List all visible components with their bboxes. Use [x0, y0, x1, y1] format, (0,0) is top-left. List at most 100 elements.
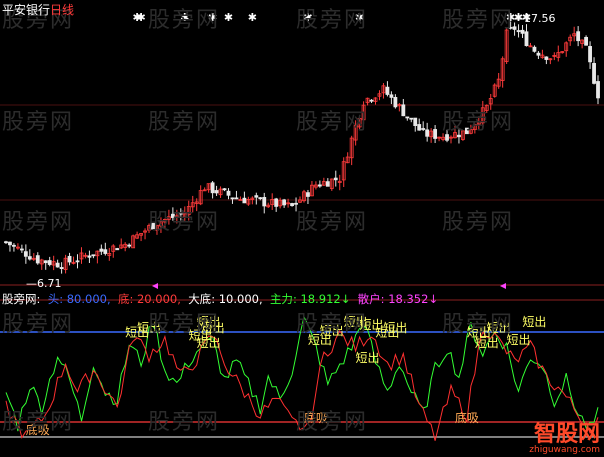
candle [321, 177, 326, 186]
candle-body [576, 31, 581, 42]
low-price-label: 6.71 [37, 277, 62, 290]
candle-body [23, 251, 28, 257]
candle [325, 178, 330, 187]
candle-body [230, 197, 235, 200]
candle [127, 243, 132, 249]
candle-body [55, 262, 60, 268]
high-price-annotation: —17.56 [513, 12, 556, 25]
candle-body [127, 244, 132, 247]
candle [576, 26, 581, 47]
candle-body [234, 197, 239, 200]
param-bottom: 底: 20.000, [117, 292, 185, 306]
candle [584, 35, 589, 46]
short-exit-signal: 短出 [522, 315, 546, 329]
candle [147, 223, 151, 233]
candle [79, 247, 84, 264]
candle [131, 234, 136, 249]
indicator-header: 股旁网: 头: 80.000, 底: 20.000, 大底: 10.000, 主… [2, 292, 439, 306]
candle-body [369, 99, 374, 102]
low-price-annotation: —6.71 [26, 277, 62, 290]
short-exit-signal: 短出 [507, 333, 531, 347]
candle [564, 41, 569, 57]
chart-header: 平安银行日线 [2, 1, 74, 18]
bottom-buy-signal: 底吸 [455, 410, 479, 425]
candle [119, 238, 124, 250]
candle [270, 193, 275, 210]
candle [67, 252, 72, 266]
candle [218, 186, 223, 198]
candle-body [151, 223, 155, 230]
candle [409, 117, 414, 123]
candle [369, 99, 374, 104]
candle [453, 126, 457, 139]
candle-body [445, 134, 449, 141]
candle [413, 117, 418, 132]
candle [333, 170, 338, 187]
short-exit-signal: 短出 [356, 351, 380, 365]
candle [222, 188, 227, 192]
candle [190, 195, 195, 213]
candle-body [210, 182, 215, 194]
signal-label-layer: 短出短出短出短出短出短出 短出短出短出短出短出短出短出 短出短出短出短出短出底吸底吸… [26, 315, 547, 437]
short-exit-signal: 短出 [320, 324, 344, 338]
candle [51, 255, 56, 271]
candle-body [457, 134, 461, 138]
candle-body [401, 104, 406, 117]
candle [329, 178, 334, 191]
candle [298, 196, 302, 203]
star-signal: ✱ [355, 11, 364, 24]
star-signal: ✱ [303, 11, 312, 24]
candle [163, 218, 167, 229]
candle-body [222, 188, 227, 191]
candle [552, 52, 557, 61]
candle [35, 252, 40, 265]
candle-body [584, 36, 589, 46]
star-signal: ✱ [136, 11, 145, 24]
candle [39, 258, 44, 270]
candle [166, 209, 171, 225]
candle [500, 56, 505, 88]
candle-body [75, 260, 80, 263]
candle [155, 224, 159, 235]
candle [87, 250, 92, 263]
candle-body [508, 26, 513, 29]
candle [107, 247, 112, 261]
star-signal: ✱ [180, 11, 189, 24]
short-exit-signal: 短出 [383, 321, 407, 335]
candle [365, 97, 370, 106]
candle [282, 198, 287, 208]
candle [103, 242, 108, 256]
candle [198, 185, 203, 206]
candle [55, 259, 60, 268]
candle [143, 228, 147, 240]
candle-body [544, 56, 549, 60]
candle [75, 254, 80, 269]
candle [516, 24, 521, 38]
candle [353, 120, 358, 146]
candle-body [325, 181, 330, 187]
candle-body [258, 197, 263, 200]
candle [95, 250, 100, 264]
star-signal: ✱ [208, 11, 217, 24]
candle-body [290, 203, 294, 207]
short-exit-signal: 短出 [475, 336, 499, 350]
brand-url: zhiguwang.com [529, 445, 600, 455]
candle [496, 72, 501, 89]
candle [345, 152, 350, 164]
star-signal: ✱ [224, 11, 233, 24]
candle [206, 183, 211, 193]
candle [572, 26, 577, 42]
candle [210, 180, 215, 199]
candle [246, 196, 251, 206]
candle [63, 254, 68, 274]
candle [464, 127, 469, 135]
candle [433, 125, 438, 144]
candle-body [178, 212, 183, 215]
candle [313, 181, 318, 190]
candle-body [35, 255, 40, 264]
candle-body [99, 248, 104, 252]
range-marker [152, 283, 158, 289]
candle [556, 45, 561, 62]
candle [8, 241, 12, 252]
candle [429, 128, 434, 143]
